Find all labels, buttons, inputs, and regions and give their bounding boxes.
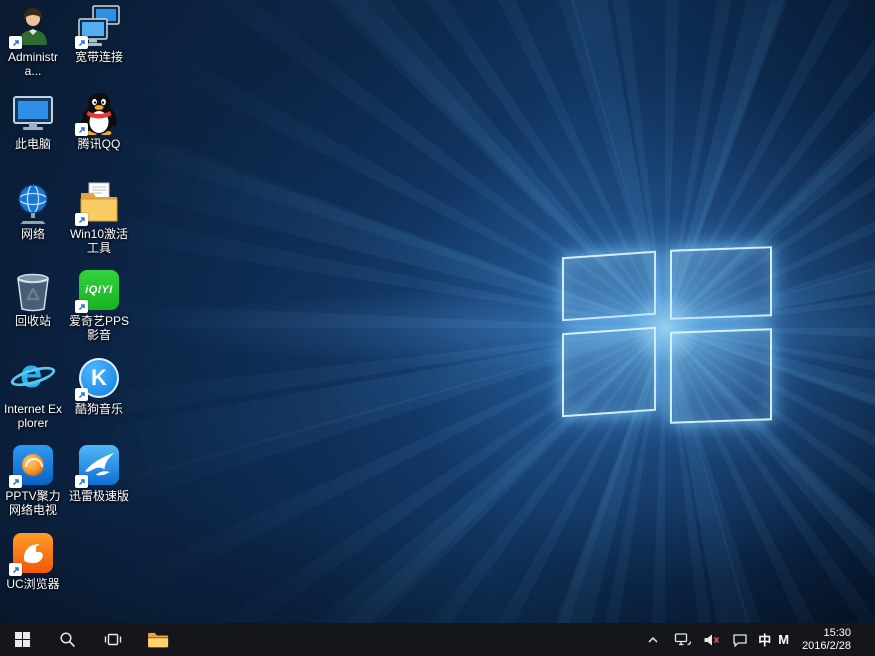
network-icon [674,632,691,647]
shortcut-arrow-icon [75,300,88,313]
icon-label: 网络 [21,227,45,241]
icon-label: UC浏览器 [6,577,59,591]
desktop-icon-kugou[interactable]: K 酷狗音乐 [68,356,130,416]
shortcut-arrow-icon [75,36,88,49]
logo-pane-bottom-right [670,328,772,424]
kugou-app-icon: K [77,356,121,400]
kugou-letter: K [91,365,107,391]
logo-pane-bottom-left [562,327,656,418]
logo-pane-top-left [562,251,656,322]
icon-label: 酷狗音乐 [75,402,123,416]
folder-icon [147,631,169,649]
icon-label: PPTV聚力 网络电视 [2,489,64,517]
icon-label: 回收站 [15,314,51,328]
shortcut-arrow-icon [9,36,22,49]
broadband-connection-icon [77,4,121,48]
shortcut-arrow-icon [75,475,88,488]
windows-hero-logo [558,246,778,436]
search-icon [59,631,76,648]
shortcut-arrow-icon [9,563,22,576]
file-explorer-button[interactable] [135,623,180,656]
xunlei-app-icon [77,443,121,487]
desktop-icon-xunlei[interactable]: 迅雷极速版 [68,443,130,503]
system-tray: 中 M 15:30 2016/2/28 [642,623,875,656]
action-center-icon [732,633,748,647]
activation-tool-icon [77,181,121,225]
icon-label: 迅雷极速版 [69,489,129,503]
taskbar-clock[interactable]: 15:30 2016/2/28 [796,627,857,653]
wallpaper [0,0,875,656]
shortcut-arrow-icon [75,123,88,136]
icon-label: 爱奇艺PPS 影音 [68,314,130,342]
icon-label: Internet Explorer [2,402,64,430]
icon-label: Administra... [2,50,64,78]
ime-language-indicator[interactable]: 中 [758,630,771,649]
taskbar: 中 M 15:30 2016/2/28 [0,623,875,656]
network-tray-button[interactable] [671,629,693,651]
desktop-icon-win10-activation[interactable]: Win10激活工具 [68,181,130,255]
iqiyi-app-icon: iQIYI [77,268,121,312]
ime-mode-badge[interactable]: M [778,632,789,647]
windows-logo-icon [14,631,31,648]
user-files-icon [11,4,55,48]
volume-tray-button[interactable] [700,629,722,651]
desktop-icon-pptv[interactable]: PPTV聚力 网络电视 [2,443,64,517]
icon-label: 此电脑 [15,137,51,151]
uc-app-icon [11,531,55,575]
icon-label: Win10激活工具 [68,227,130,255]
ie-app-icon: e [11,356,55,400]
trash-bin-icon [11,268,55,312]
shortcut-arrow-icon [75,213,88,226]
recycle-bin-icon [11,268,55,312]
icon-label: 宽带连接 [75,50,123,64]
desktop-icon-recycle-bin[interactable]: 回收站 [2,268,64,328]
pptv-app-icon [11,443,55,487]
network-globe-icon [11,181,55,225]
desktop-icon-iqiyi[interactable]: iQIYI 爱奇艺PPS 影音 [68,268,130,342]
tray-expand-button[interactable] [642,629,664,651]
volume-muted-icon [703,633,720,647]
shortcut-arrow-icon [75,388,88,401]
logo-pane-top-right [670,246,772,320]
qq-app-icon [77,91,121,135]
ie-logo-icon: e [11,356,55,400]
monitor-icon [11,91,55,135]
clock-time: 15:30 [823,627,851,640]
search-button[interactable] [45,623,90,656]
this-pc-icon [11,91,55,135]
clock-date: 2016/2/28 [802,640,851,653]
action-center-button[interactable] [729,629,751,651]
icon-label: 腾讯QQ [78,137,121,151]
task-view-icon [104,632,122,647]
desktop-icon-internet-explorer[interactable]: e Internet Explorer [2,356,64,430]
pptv-ball-icon [22,454,44,476]
desktop-icon-this-pc[interactable]: 此电脑 [2,91,64,151]
start-button[interactable] [0,623,45,656]
desktop-icon-administrator[interactable]: Administra... [2,4,64,78]
desktop-icon-qq[interactable]: 腾讯QQ [68,91,130,151]
shortcut-arrow-icon [9,475,22,488]
desktop-icon-network[interactable]: 网络 [2,181,64,241]
task-view-button[interactable] [90,623,135,656]
windows-desktop: Administra... 宽带连接 [0,0,875,656]
iqiyi-wordmark: iQIYI [85,284,113,296]
chevron-up-icon [646,634,660,646]
globe-icon [11,181,55,225]
desktop-icon-broadband[interactable]: 宽带连接 [68,4,130,64]
desktop-icon-uc-browser[interactable]: UC浏览器 [2,531,64,591]
